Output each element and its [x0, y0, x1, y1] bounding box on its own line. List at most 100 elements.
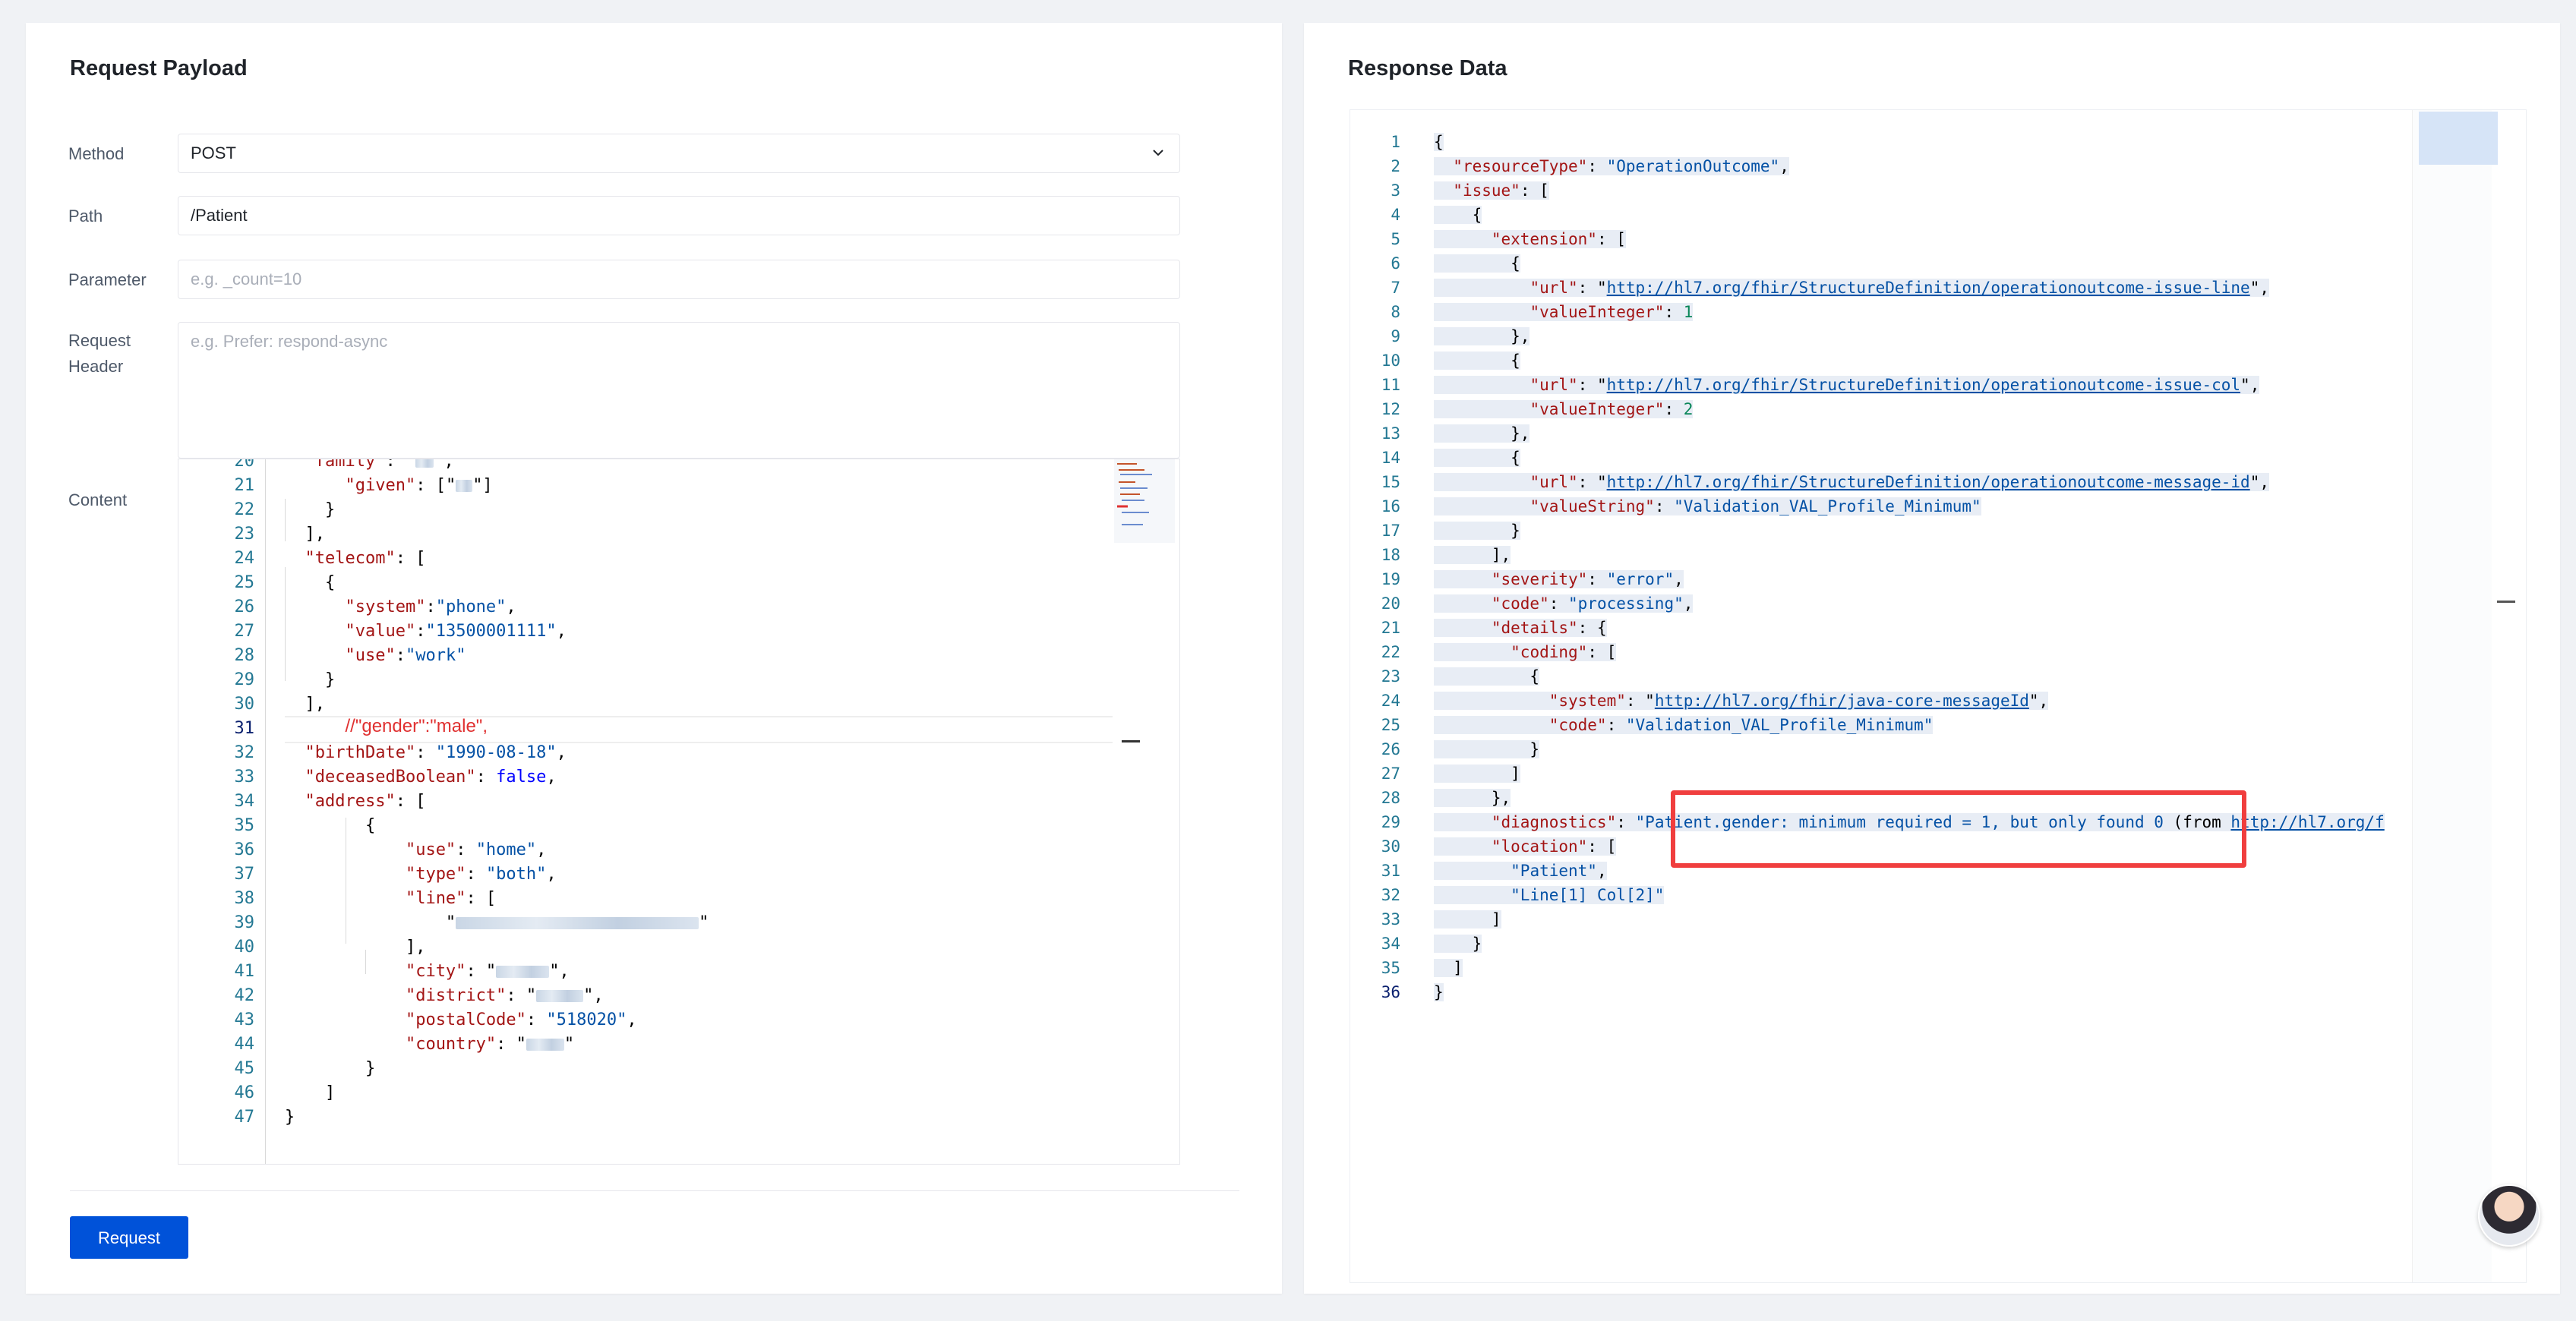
line-number: 26	[234, 597, 255, 616]
response-data-title: Response Data	[1348, 56, 1507, 80]
code-line: "family": " ",	[285, 459, 454, 471]
code-line: {	[285, 573, 336, 592]
line-number: 33	[1381, 910, 1400, 928]
path-input[interactable]: /Patient	[178, 196, 1180, 235]
parameter-input[interactable]: e.g. _count=10	[178, 260, 1180, 299]
content-code-editor[interactable]: 20 21 22 23 24 25 26 27 28 29 30 31 32 3…	[178, 459, 1180, 1165]
path-value: /Patient	[191, 206, 248, 225]
code-line: },	[1434, 789, 1511, 807]
code-line: "coding": [	[1434, 643, 1617, 661]
code-line: }	[285, 670, 336, 689]
line-number: 32	[234, 743, 255, 762]
line-number: 1	[1391, 133, 1400, 151]
code-line: {	[1434, 254, 1520, 273]
line-number: 21	[234, 476, 255, 495]
scroll-indicator[interactable]	[2497, 601, 2515, 603]
code-line: "use": "home",	[405, 840, 547, 859]
line-number: 30	[1381, 837, 1400, 856]
line-number: 19	[1381, 570, 1400, 588]
request-button[interactable]: Request	[70, 1216, 188, 1259]
code-line: }	[1434, 935, 1482, 953]
method-select[interactable]: POST	[178, 134, 1180, 173]
line-number: 24	[234, 549, 255, 568]
request-header-label-2: Header	[68, 357, 124, 376]
line-number: 17	[1381, 522, 1400, 540]
code-line: ]	[1434, 959, 1463, 977]
code-line: "postalCode": "518020",	[405, 1010, 637, 1029]
parameter-placeholder: e.g. _count=10	[191, 270, 302, 288]
response-code-viewer[interactable]: 1 2 3 4 5 6 7 8 9 10 11 12 13 14 15 16 17 18 19 20 21 22 23 24 2…	[1350, 109, 2527, 1283]
code-line: "value":"13500001111",	[345, 622, 567, 641]
code-line: "issue": [	[1434, 181, 1549, 200]
code-line: ]	[285, 1083, 336, 1102]
code-line: {	[285, 816, 376, 835]
line-number: 25	[234, 573, 255, 592]
code-line: {	[1434, 206, 1482, 224]
code-line: "telecom": [	[305, 549, 426, 568]
editor-minimap[interactable]	[1114, 459, 1175, 543]
code-line: "url": "http://hl7.org/fhir/StructureDef…	[1434, 473, 2269, 491]
response-data-panel: Response Data 1 2 3 4 5 6 7 8 9 10 11 12 13 14 15 16 17 1…	[1304, 23, 2560, 1294]
method-value: POST	[191, 143, 236, 162]
code-line-commented-gender: //"gender":"male",	[345, 716, 488, 736]
line-number: 15	[1381, 473, 1400, 491]
scroll-indicator[interactable]	[1122, 740, 1140, 742]
code-line: "valueInteger": 2	[1434, 400, 1694, 418]
line-number: 24	[1381, 692, 1400, 710]
line-number: 12	[1381, 400, 1400, 418]
line-number: 25	[1381, 716, 1400, 734]
assistant-avatar[interactable]	[2478, 1184, 2540, 1247]
code-line: "severity": "error",	[1434, 570, 1684, 588]
line-number: 5	[1391, 230, 1400, 248]
line-number: 4	[1391, 206, 1400, 224]
content-label: Content	[68, 490, 128, 509]
line-number: 20	[1381, 594, 1400, 613]
code-line: "Line[1] Col[2]"	[1434, 886, 1665, 904]
line-number: 22	[234, 500, 255, 519]
line-number: 18	[1381, 546, 1400, 564]
line-number: 47	[234, 1108, 255, 1127]
line-number: 33	[234, 768, 255, 787]
code-line: "Patient",	[1434, 862, 1607, 880]
code-line: "district": " ",	[405, 986, 604, 1005]
line-number: 44	[234, 1035, 255, 1054]
code-line: "code": "processing",	[1434, 594, 1694, 613]
code-line: }	[1434, 522, 1520, 540]
line-number-active: 31	[234, 719, 255, 738]
response-minimap[interactable]	[2412, 110, 2498, 1282]
line-number: 21	[1381, 619, 1400, 637]
code-line: "country": " "	[405, 1035, 575, 1054]
line-number: 37	[234, 865, 255, 884]
line-number: 29	[234, 670, 255, 689]
line-number: 36	[234, 840, 255, 859]
line-number: 31	[1381, 862, 1400, 880]
line-number: 26	[1381, 740, 1400, 758]
line-number: 38	[234, 889, 255, 908]
code-line: {	[1434, 667, 1540, 686]
line-number: 36	[1381, 983, 1400, 1001]
line-number: 43	[234, 1010, 255, 1029]
code-line: }	[1434, 740, 1540, 758]
code-line: "details": {	[1434, 619, 1607, 637]
code-line: "city": " ",	[405, 962, 570, 981]
line-number: 46	[234, 1083, 255, 1102]
code-line: ],	[285, 695, 325, 714]
code-line: "address": [	[305, 792, 426, 811]
line-number: 30	[234, 695, 255, 714]
line-number: 3	[1391, 181, 1400, 200]
line-number: 34	[1381, 935, 1400, 953]
line-number: 28	[1381, 789, 1400, 807]
code-line: }	[285, 1108, 295, 1127]
request-payload-panel: Request Payload Method POST Path /Patien…	[26, 23, 1282, 1294]
code-line: ],	[1434, 546, 1511, 564]
line-number: 27	[1381, 765, 1400, 783]
line-number: 8	[1391, 303, 1400, 321]
line-number: 2	[1391, 157, 1400, 175]
code-line: }	[285, 500, 336, 519]
request-header-textarea[interactable]: e.g. Prefer: respond-async	[178, 322, 1180, 459]
request-header-label-1: Request	[68, 331, 131, 350]
code-line: "valueString": "Validation_VAL_Profile_M…	[1434, 497, 1981, 515]
code-line: "use":"work"	[345, 646, 466, 665]
line-number: 22	[1381, 643, 1400, 661]
line-number: 6	[1391, 254, 1400, 273]
